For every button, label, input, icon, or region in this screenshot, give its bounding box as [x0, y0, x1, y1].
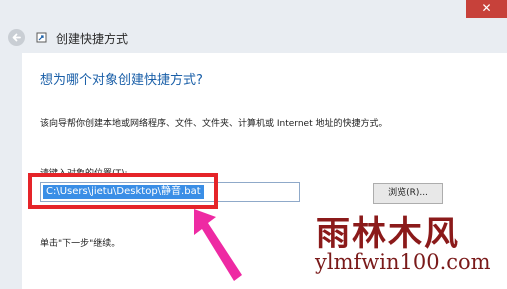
page-heading: 想为哪个对象创建快捷方式?	[40, 73, 203, 88]
annotation-arrow-icon	[194, 209, 242, 281]
window-title: 创建快捷方式	[56, 32, 129, 46]
shortcut-icon	[36, 32, 47, 43]
wizard-description: 该向导帮你创建本地或网络程序、文件、文件夹、计算机或 Internet 地址的快…	[40, 119, 388, 129]
annotation-highlight-box	[28, 173, 218, 209]
back-button[interactable]	[8, 29, 25, 46]
back-arrow-icon	[12, 33, 21, 42]
watermark-brand: 雨林木风	[316, 214, 460, 254]
next-hint: 单击"下一步"继续。	[40, 239, 121, 249]
close-icon: ✕	[481, 1, 492, 15]
browse-button[interactable]: 浏览(R)...	[373, 183, 443, 204]
close-button[interactable]: ✕	[466, 0, 507, 18]
title-bar: 创建快捷方式	[0, 24, 507, 52]
watermark-url: ylmfwin100.com	[315, 250, 491, 274]
